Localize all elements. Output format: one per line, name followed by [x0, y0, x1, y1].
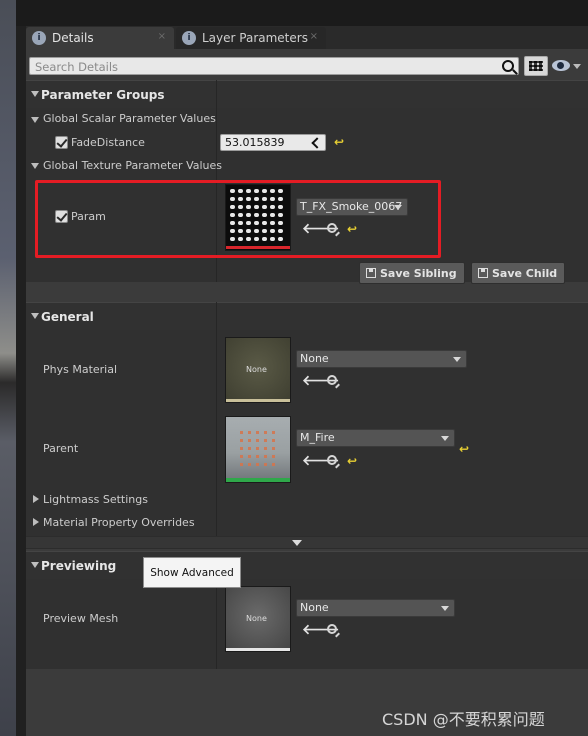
close-icon[interactable]: × — [158, 31, 166, 42]
visibility-button[interactable] — [552, 58, 582, 74]
tooltip: Show Advanced — [143, 557, 241, 588]
save-icon — [366, 268, 376, 278]
save-sibling-label: Save Sibling — [380, 266, 457, 280]
save-icon — [478, 268, 488, 278]
scrub-icon[interactable] — [311, 137, 323, 149]
viewport-edge — [0, 0, 16, 736]
phys-material-label: Phys Material — [43, 363, 118, 376]
section-header-general[interactable]: General — [26, 302, 588, 330]
search-placeholder: Search Details — [35, 60, 119, 74]
reset-to-default-icon[interactable]: ↩ — [459, 442, 469, 456]
tab-details[interactable]: i Details × — [26, 27, 174, 49]
preview-mesh-thumb-text: None — [246, 614, 267, 623]
phys-material-thumb-text: None — [246, 365, 267, 374]
lightmass-settings-label[interactable]: Lightmass Settings — [43, 493, 148, 506]
material-property-overrides-label[interactable]: Material Property Overrides — [43, 516, 195, 529]
column-divider — [216, 302, 217, 536]
close-icon[interactable]: × — [310, 31, 318, 42]
browse-icon[interactable] — [327, 624, 337, 634]
section-title: Previewing — [41, 559, 117, 573]
fadedistance-value: 53.015839 — [225, 136, 285, 149]
expand-arrow-icon[interactable] — [33, 518, 39, 526]
preview-mesh-combo[interactable]: None — [296, 599, 455, 617]
section-header-previewing[interactable]: Previewing — [26, 551, 588, 579]
save-child-button[interactable]: Save Child — [471, 262, 565, 284]
show-advanced-toggle[interactable] — [26, 536, 588, 549]
collapse-arrow-icon — [31, 91, 39, 97]
parent-thumbnail[interactable] — [225, 416, 291, 483]
editor-window: i Details × i Layer Parameters × Search … — [0, 0, 588, 736]
tab-layer-label: Layer Parameters — [202, 31, 308, 45]
expand-arrow-icon[interactable] — [31, 117, 39, 123]
collapse-arrow-icon — [31, 313, 39, 319]
tooltip-text: Show Advanced — [150, 566, 234, 579]
section-title: Parameter Groups — [41, 88, 165, 102]
section-header-parameter-groups[interactable]: Parameter Groups — [26, 80, 588, 108]
phys-material-value: None — [300, 352, 329, 365]
parent-value: M_Fire — [300, 431, 335, 444]
parent-label: Parent — [43, 442, 79, 455]
panel-gap — [16, 0, 26, 736]
column-divider — [216, 579, 217, 669]
watermark: CSDN @不要积累问题 — [382, 710, 545, 729]
search-input[interactable]: Search Details — [29, 57, 519, 75]
section-title: General — [41, 310, 94, 324]
top-bar — [16, 0, 588, 26]
reset-to-default-icon[interactable]: ↩ — [347, 454, 357, 468]
parent-combo[interactable]: M_Fire — [296, 429, 455, 447]
scalar-group-label[interactable]: Global Scalar Parameter Values — [43, 112, 216, 125]
preview-mesh-thumbnail[interactable]: None — [225, 586, 291, 652]
view-options-button[interactable] — [524, 56, 548, 76]
tab-layer-parameters[interactable]: i Layer Parameters × — [176, 27, 326, 49]
search-icon[interactable] — [502, 60, 514, 72]
chevron-down-icon — [292, 540, 302, 546]
chevron-down-icon — [573, 64, 581, 69]
highlight-box — [35, 180, 441, 258]
chevron-down-icon — [441, 606, 449, 611]
details-icon: i — [32, 31, 46, 45]
expand-arrow-icon[interactable] — [33, 495, 39, 503]
asset-type-strip — [226, 399, 290, 402]
tab-details-label: Details — [52, 31, 94, 45]
eye-icon — [552, 60, 570, 71]
phys-material-thumbnail[interactable]: None — [225, 337, 291, 403]
preview-mesh-value: None — [300, 601, 329, 614]
collapse-arrow-icon — [31, 562, 39, 568]
asset-type-strip — [226, 648, 290, 651]
chevron-down-icon — [453, 357, 461, 362]
save-sibling-button[interactable]: Save Sibling — [359, 262, 465, 284]
fadedistance-checkbox[interactable] — [55, 136, 68, 149]
phys-material-combo[interactable]: None — [296, 350, 467, 368]
save-child-label: Save Child — [492, 266, 558, 280]
details-panel: Search Details Parameter Groups Global S… — [26, 49, 588, 736]
browse-icon[interactable] — [327, 375, 337, 385]
expand-arrow-icon[interactable] — [31, 163, 39, 169]
texture-group-label[interactable]: Global Texture Parameter Values — [43, 159, 222, 172]
chevron-down-icon — [441, 436, 449, 441]
fadedistance-label: FadeDistance — [71, 136, 145, 149]
preview-mesh-label: Preview Mesh — [43, 612, 119, 625]
fire-material-preview — [226, 431, 290, 482]
layers-icon: i — [182, 31, 196, 45]
grid-icon — [529, 61, 543, 71]
reset-to-default-icon[interactable]: ↩ — [334, 135, 344, 149]
fadedistance-value-field[interactable]: 53.015839 — [220, 134, 326, 151]
browse-icon[interactable] — [327, 455, 337, 465]
